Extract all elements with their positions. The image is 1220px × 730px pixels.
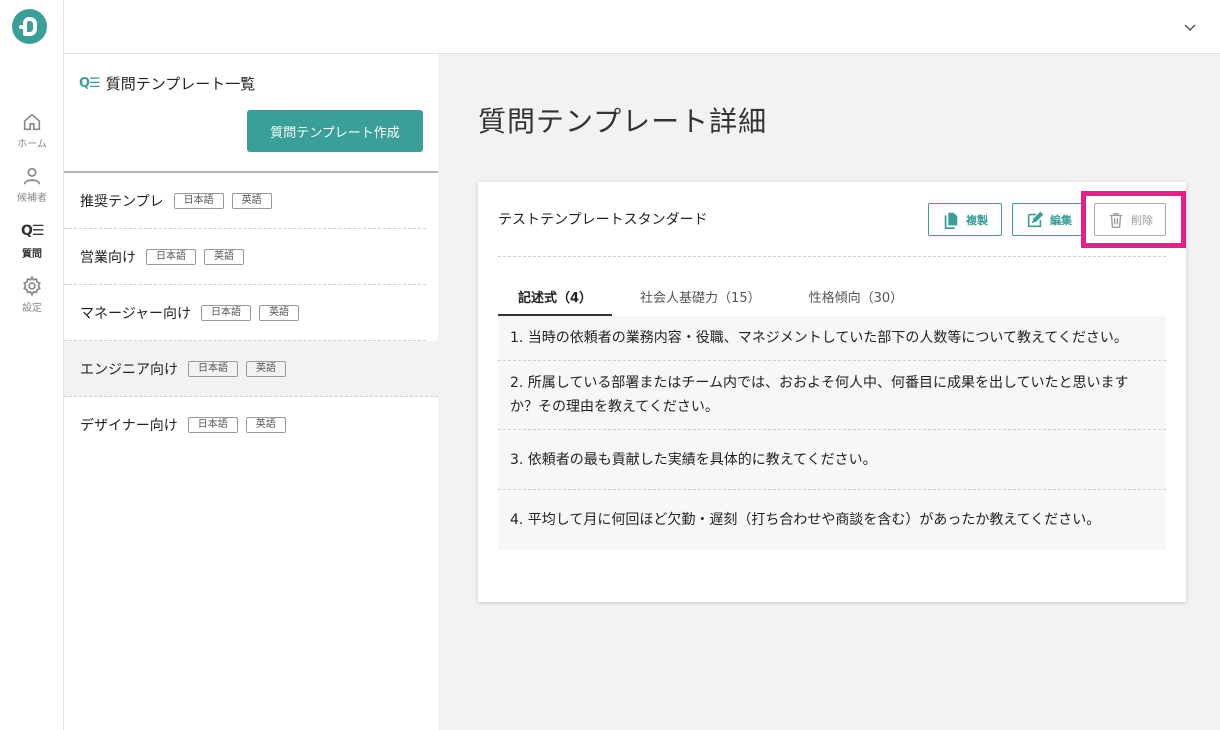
template-item-selected[interactable]: エンジニア向け 日本語 英語 (64, 341, 438, 397)
nav-questions[interactable]: Q☰ 質問 (0, 221, 64, 260)
page-title: 質問テンプレート詳細 (478, 105, 768, 138)
lang-tag: 日本語 (201, 304, 252, 321)
template-list-panel: Q☰ 質問テンプレート一覧 質問テンプレート作成 推奨テンプレ 日本語 英語 営… (64, 54, 438, 730)
lang-tag: 英語 (204, 248, 244, 265)
lang-tag: 英語 (245, 417, 286, 433)
question-list-icon: Q☰ (21, 223, 44, 239)
copy-icon (944, 212, 958, 229)
nav-home-label: ホーム (17, 139, 47, 150)
nav-candidates-label: 候補者 (17, 193, 47, 204)
edit-icon (1027, 211, 1044, 227)
chevron-down-icon[interactable] (1180, 17, 1200, 37)
nav-settings[interactable]: 設定 (0, 275, 64, 314)
delete-label: 削除 (1131, 213, 1153, 227)
lang-tag: 英語 (259, 304, 300, 321)
top-bar (64, 0, 1220, 54)
copy-label: 複製 (966, 213, 988, 227)
create-template-button[interactable]: 質問テンプレート作成 (247, 110, 423, 152)
question-item: 3. 依頼者の最も貢献した実績を具体的に教えてください。 (498, 430, 1166, 490)
gear-icon (23, 275, 41, 297)
panel-title: Q☰ 質問テンプレート一覧 (79, 73, 255, 94)
edit-label: 編集 (1050, 213, 1072, 227)
app-logo[interactable] (12, 9, 47, 44)
delete-button[interactable]: 削除 (1094, 203, 1166, 236)
edit-button[interactable]: 編集 (1012, 203, 1086, 236)
main-content: 質問テンプレート詳細 テストテンプレートスタンダード 複製 編集 削除 記述式（… (438, 54, 1220, 730)
template-detail-card: テストテンプレートスタンダード 複製 編集 削除 記述式（4） 社会人基礎力（1… (478, 182, 1186, 602)
template-item-name: デザイナー向け (80, 418, 178, 434)
question-tabs: 記述式（4） 社会人基礎力（15） 性格傾向（30） (498, 278, 931, 316)
question-list: 1. 当時の依頼者の業務内容・役職、マネジメントしていた部下の人数等について教え… (498, 316, 1166, 550)
nav-candidates[interactable]: 候補者 (0, 165, 64, 204)
template-item[interactable]: 営業向け 日本語 英語 (64, 229, 426, 285)
question-item: 4. 平均して月に何回ほど欠勤・遅刻（打ち合わせや商談を含む）があったか教えてく… (498, 490, 1166, 550)
tab-descriptive[interactable]: 記述式（4） (498, 278, 613, 316)
question-list-icon: Q☰ (79, 76, 101, 91)
template-item-name: 営業向け (80, 249, 136, 266)
person-icon (23, 167, 41, 185)
template-name: テストテンプレートスタンダード (498, 212, 708, 228)
lang-tag: 日本語 (188, 360, 238, 377)
template-item-name: エンジニア向け (80, 361, 178, 378)
trash-icon (1109, 212, 1123, 228)
lang-tag: 日本語 (173, 192, 224, 209)
template-item[interactable]: デザイナー向け 日本語 英語 (64, 397, 426, 453)
tab-personality[interactable]: 性格傾向（30） (789, 278, 924, 316)
side-rail: ホーム 候補者 Q☰ 質問 設定 (0, 0, 64, 730)
template-item[interactable]: マネージャー向け 日本語 英語 (64, 285, 426, 341)
question-item: 1. 当時の依頼者の業務内容・役職、マネジメントしていた部下の人数等について教え… (498, 316, 1166, 361)
tab-basic-skills[interactable]: 社会人基礎力（15） (620, 278, 781, 316)
question-item: 2. 所属している部署またはチーム内では、おおよそ何人中、何番目に成果を出してい… (498, 361, 1166, 430)
nav-home[interactable]: ホーム (0, 111, 64, 150)
nav-questions-label: 質問 (22, 249, 42, 260)
home-icon (23, 113, 41, 131)
panel-title-text: 質問テンプレート一覧 (105, 75, 256, 93)
lang-tag: 日本語 (187, 417, 238, 433)
card-divider (498, 256, 1166, 257)
copy-button[interactable]: 複製 (928, 203, 1002, 236)
template-list: 推奨テンプレ 日本語 英語 営業向け 日本語 英語 マネージャー向け 日本語 英… (64, 173, 438, 453)
template-item[interactable]: 推奨テンプレ 日本語 英語 (64, 173, 426, 229)
lang-tag: 日本語 (146, 248, 196, 265)
lang-tag: 英語 (231, 192, 272, 209)
lang-tag: 英語 (246, 360, 286, 377)
template-item-name: マネージャー向け (80, 305, 192, 322)
nav-settings-label: 設定 (22, 303, 42, 314)
template-item-name: 推奨テンプレ (80, 193, 164, 210)
